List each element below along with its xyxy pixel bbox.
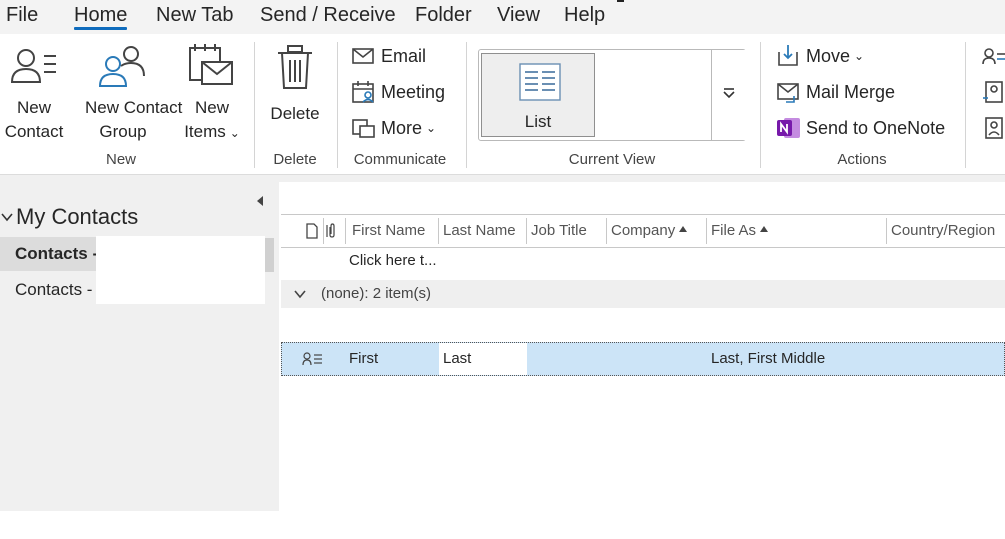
address-book-icon[interactable] <box>982 80 1005 104</box>
view-list-label: List <box>524 112 552 131</box>
column-file-as[interactable]: File As <box>707 215 769 247</box>
chevron-down-icon <box>723 88 735 99</box>
meeting-label: Meeting <box>381 81 446 102</box>
contact-icon <box>10 49 56 83</box>
trash-icon <box>278 45 312 89</box>
cell-last-name[interactable]: Last <box>439 343 527 375</box>
group-header-row[interactable]: (none): 2 item(s) <box>281 280 1005 308</box>
column-job-title[interactable]: Job Title <box>527 215 587 247</box>
sort-ascending-icon <box>760 226 769 232</box>
new-contact-group-label-2: Group <box>99 122 147 141</box>
my-contacts-header[interactable]: My Contacts <box>0 204 138 230</box>
column-first-name[interactable]: First Name <box>348 215 425 247</box>
contact-group-icon <box>98 46 145 87</box>
more-icon <box>352 119 375 138</box>
group-label-current-view: Current View <box>568 151 656 168</box>
redacted-area <box>96 236 265 304</box>
view-list-button[interactable]: List <box>481 53 595 137</box>
list-view-icon <box>519 63 561 101</box>
onenote-icon <box>777 118 800 138</box>
attachment-icon[interactable] <box>326 223 338 239</box>
group-separator <box>466 42 467 168</box>
send-to-onenote-label: Send to OneNote <box>806 117 946 138</box>
column-file-as-label: File As <box>711 222 757 239</box>
new-items-button[interactable]: New Items ⌄ <box>184 40 240 150</box>
document-icon[interactable] <box>305 223 319 239</box>
move-label: Move <box>806 45 851 66</box>
mail-merge-button[interactable]: Mail Merge <box>776 78 895 106</box>
new-contact-group-button[interactable]: New Contact Group <box>85 40 182 150</box>
move-icon <box>778 45 798 66</box>
contact-item-icon <box>302 352 322 366</box>
sort-ascending-icon <box>679 226 688 232</box>
delete-label: Delete <box>270 104 320 123</box>
delete-button[interactable]: Delete <box>268 40 322 150</box>
menu-new-tab[interactable]: New Tab <box>156 3 233 31</box>
group-separator <box>965 42 966 168</box>
menu-help[interactable]: Help <box>564 3 605 31</box>
ribbon: New Contact New Contact Group New Items ⌄ <box>0 34 1005 174</box>
cell-first-name[interactable]: First <box>349 343 378 375</box>
email-label: Email <box>381 45 427 66</box>
folder-pane: My Contacts <box>0 182 279 511</box>
move-button[interactable]: Move ⌄ <box>776 42 864 70</box>
new-contact-group-label-1: New Contact <box>85 98 183 117</box>
chevron-left-icon[interactable] <box>253 194 267 208</box>
new-item-placeholder[interactable]: Click here t... <box>349 252 437 269</box>
table-row[interactable]: First Last Last, First Middle <box>281 342 1005 376</box>
menu-bar: File Home New Tab Send / Receive Folder … <box>0 0 1005 34</box>
mail-merge-icon <box>777 83 799 103</box>
contact-profile-icon[interactable] <box>982 116 1005 140</box>
group-label-actions: Actions <box>837 151 887 168</box>
menu-view[interactable]: View <box>497 3 540 31</box>
column-company[interactable]: Company <box>607 215 688 247</box>
contact-card-icon[interactable] <box>982 46 1005 70</box>
group-label-new: New <box>105 151 136 168</box>
chevron-down-icon: ⌄ <box>854 49 865 63</box>
group-separator <box>337 42 338 168</box>
view-gallery-expand-button[interactable] <box>711 50 746 140</box>
ribbon-divider <box>0 174 1005 182</box>
new-contact-button[interactable]: New Contact <box>5 40 63 150</box>
new-contact-label-2: Contact <box>4 122 64 141</box>
meeting-icon <box>352 81 374 103</box>
scrollbar-thumb[interactable] <box>265 238 274 272</box>
menu-file[interactable]: File <box>6 3 38 31</box>
menubar-mark <box>617 0 624 2</box>
group-label-delete: Delete <box>273 151 317 168</box>
menu-folder[interactable]: Folder <box>415 3 472 31</box>
group-header-label: (none): 2 item(s) <box>321 285 432 302</box>
group-separator <box>254 42 255 168</box>
menu-send-receive[interactable]: Send / Receive <box>260 3 396 31</box>
column-last-name[interactable]: Last Name <box>439 215 516 247</box>
chevron-down-icon: ⌄ <box>229 126 240 140</box>
group-separator <box>760 42 761 168</box>
column-country-region[interactable]: Country/Region <box>887 215 995 247</box>
chevron-down-icon[interactable] <box>293 288 307 300</box>
send-to-onenote-button[interactable]: Send to OneNote <box>776 114 945 142</box>
new-items-label-1: New <box>194 98 229 117</box>
column-header-row: First Name Last Name Job Title Company F… <box>281 214 1005 248</box>
menu-home[interactable]: Home <box>74 3 128 31</box>
column-company-label: Company <box>611 222 676 239</box>
view-gallery: List <box>478 49 746 141</box>
meeting-button[interactable]: Meeting <box>351 78 445 106</box>
new-items-label-2: Items <box>184 122 226 141</box>
mail-merge-label: Mail Merge <box>806 81 896 102</box>
email-icon <box>352 48 374 64</box>
email-button[interactable]: Email <box>351 42 426 70</box>
new-contact-label-1: New <box>16 98 51 117</box>
group-label-communicate: Communicate <box>353 151 447 168</box>
my-contacts-label: My Contacts <box>16 204 139 229</box>
more-button[interactable]: More ⌄ <box>351 114 436 142</box>
chevron-down-icon: ⌄ <box>426 121 437 135</box>
more-label: More <box>381 117 423 138</box>
cell-file-as[interactable]: Last, First Middle <box>711 343 825 375</box>
new-items-icon <box>189 44 233 85</box>
chevron-down-icon <box>1 213 13 222</box>
new-item-row[interactable]: Click here t... <box>281 248 1005 279</box>
